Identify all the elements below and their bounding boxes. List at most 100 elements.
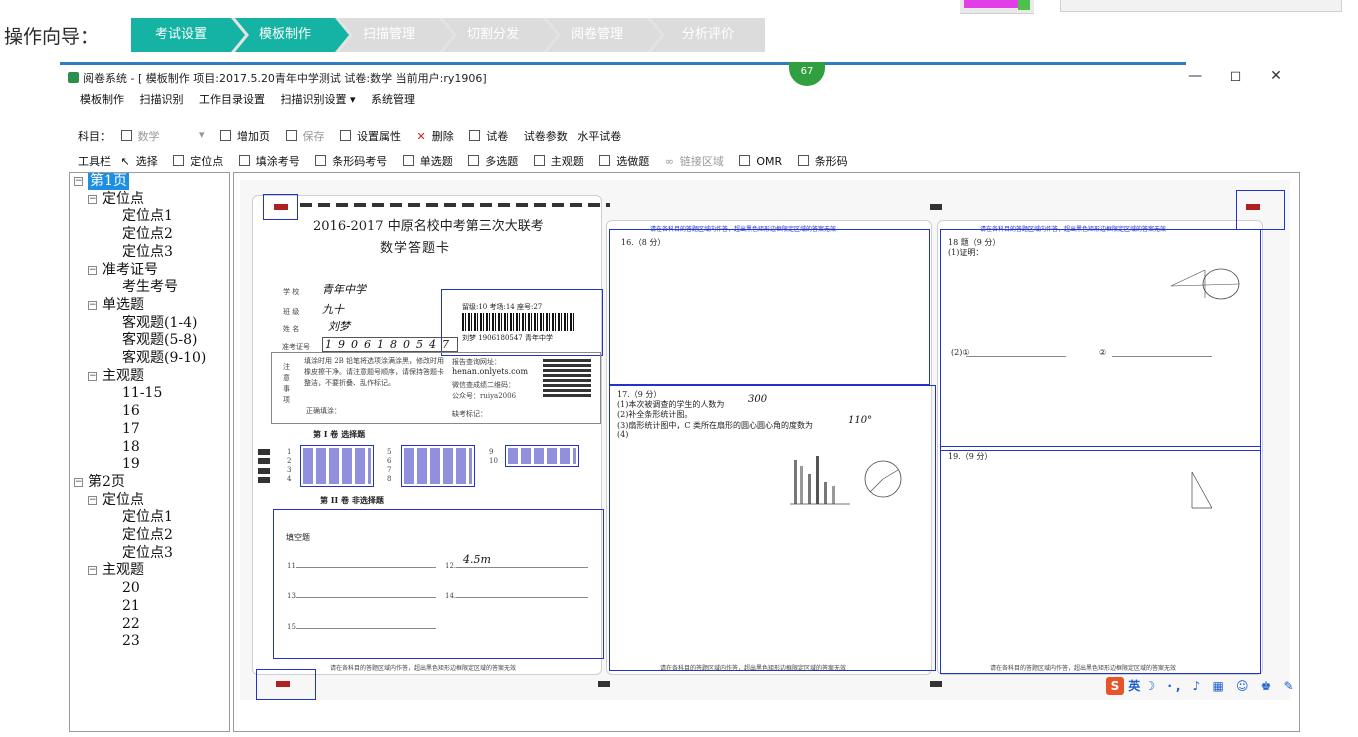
menu-template[interactable]: 模板制作 xyxy=(80,93,124,106)
name-label: 姓 名 xyxy=(283,325,300,333)
tree-node[interactable]: 11-15 xyxy=(122,385,162,402)
tree-expander-icon[interactable]: − xyxy=(88,371,97,381)
multi-choice-tool[interactable]: 多选题 xyxy=(468,155,524,168)
single-choice-tool[interactable]: 单选题 xyxy=(402,155,459,168)
tree-node[interactable]: 定位点2 xyxy=(122,226,173,243)
tree-node[interactable]: 定位点3 xyxy=(122,545,173,562)
anchor-box-2[interactable] xyxy=(1236,190,1285,230)
q17-line3: (3)扇形统计图中，C 类所在扇形的圆心圆心角的度数为 xyxy=(617,421,813,430)
subjective-box-18[interactable] xyxy=(940,229,1261,451)
menu-scan[interactable]: 扫描识别 xyxy=(140,93,184,106)
fill-id-tool[interactable]: 填涂考号 xyxy=(238,155,306,168)
tree-expander-icon[interactable]: − xyxy=(74,177,83,186)
maximize-icon[interactable]: ◻ xyxy=(1218,68,1254,84)
mini-input[interactable] xyxy=(1060,0,1342,12)
barcode-id-tool[interactable]: 条形码考号 xyxy=(315,155,393,168)
step-cut[interactable]: 切割分发 xyxy=(443,18,557,52)
barcode-id-icon xyxy=(315,155,327,166)
tree-expander-icon[interactable]: − xyxy=(88,265,97,275)
step-template[interactable]: 模板制作 xyxy=(235,18,349,52)
paper-button[interactable]: 试卷 xyxy=(469,130,514,143)
tree-node[interactable]: 第2页 xyxy=(88,474,125,491)
tree-node[interactable]: 客观题(5-8) xyxy=(122,332,197,349)
tree-node[interactable]: 16 xyxy=(122,403,140,420)
tree-node[interactable]: 准考证号 xyxy=(102,262,158,279)
tree-node[interactable]: 主观题 xyxy=(102,368,144,385)
report-line4: 公众号：ruiya2006 xyxy=(452,392,517,400)
tree-node[interactable]: 22 xyxy=(122,616,140,633)
select-tool[interactable]: ↖ 选择 xyxy=(121,155,164,168)
menu-workdir[interactable]: 工作目录设置 xyxy=(199,93,265,106)
q16-title: 16.（8 分） xyxy=(621,238,666,247)
tree-node[interactable]: 定位点1 xyxy=(122,509,173,526)
subjective-box-16[interactable] xyxy=(609,229,930,385)
tree-node[interactable]: 单选题 xyxy=(102,297,144,314)
subjective-tool[interactable]: 主观题 xyxy=(533,155,590,168)
link-icon: ∞ xyxy=(664,155,674,168)
delete-button[interactable]: ✕ 删除 xyxy=(417,130,460,143)
tree-node[interactable]: 定位点 xyxy=(102,492,144,509)
add-page-button[interactable]: 增加页 xyxy=(220,130,276,143)
paper-params-button[interactable]: 试卷参数 xyxy=(524,130,568,143)
anchor-box-1[interactable] xyxy=(263,194,298,220)
horizontal-paper-button[interactable]: 水平试卷 xyxy=(577,130,621,143)
toolbar-label: 工具栏 xyxy=(78,155,111,168)
anchor-tool[interactable]: 定位点 xyxy=(173,155,229,168)
ime-tool-icons[interactable]: ☽ ·, ♪ ▦ ☺ ♚ ✎ xyxy=(1144,679,1297,693)
subject-value: 数学 xyxy=(137,130,160,143)
ticket-value: 1906180547 xyxy=(322,337,458,352)
tree-node[interactable]: 第1页 xyxy=(88,173,129,190)
sogou-logo-icon: S xyxy=(1106,677,1124,695)
tree-node[interactable]: 主观题 xyxy=(102,562,144,579)
tree-node[interactable]: 定位点3 xyxy=(122,244,173,261)
template-tree[interactable]: − 第1页 − 定位点 定位点1 定位点2 定位点3− 准考证号 考生考号 − 单选题 客观题(1-4… xyxy=(69,172,230,732)
tree-node[interactable]: 20 xyxy=(122,580,140,597)
close-icon[interactable]: ✕ xyxy=(1258,68,1294,84)
tree-expander-icon[interactable]: − xyxy=(74,477,83,487)
subjective-icon xyxy=(533,155,545,166)
tree-expander-icon[interactable]: − xyxy=(88,566,97,576)
subjective-box-11-15[interactable] xyxy=(273,509,604,659)
set-property-button[interactable]: 设置属性 xyxy=(340,130,407,143)
tree-expander-icon[interactable]: − xyxy=(88,194,97,204)
tree-node[interactable]: 定位点1 xyxy=(122,208,173,225)
header-divider xyxy=(60,62,1186,65)
menu-system[interactable]: 系统管理 xyxy=(371,93,415,106)
tree-node[interactable]: 客观题(9-10) xyxy=(122,350,206,367)
subject-select[interactable]: 数学 ▾ xyxy=(120,128,211,144)
tree-node[interactable]: 23 xyxy=(122,633,140,650)
anchor-box-3[interactable] xyxy=(256,669,316,700)
ime-toolbar[interactable]: S 英 ☽ ·, ♪ ▦ ☺ ♚ ✎ xyxy=(1106,677,1298,697)
omr-tool[interactable]: OMR xyxy=(739,155,788,168)
step-analysis[interactable]: 分析评价 xyxy=(651,18,765,52)
name-value: 刘梦 xyxy=(328,320,350,333)
tree-node[interactable]: 客观题(1-4) xyxy=(122,315,197,332)
tree-node[interactable]: 定位点 xyxy=(102,191,144,208)
step-exam-settings[interactable]: 考试设置 xyxy=(131,18,245,52)
menu-scan-settings[interactable]: 扫描识别设置 ▾ xyxy=(281,93,356,106)
tree-expander-icon[interactable]: − xyxy=(88,495,97,505)
link-area-tool[interactable]: ∞ 链接区域 xyxy=(665,155,730,168)
tree-node[interactable]: 18 xyxy=(122,439,140,456)
notification-badge[interactable]: 67 xyxy=(789,62,825,86)
subjective-label: 主观题 xyxy=(550,155,584,168)
save-button[interactable]: 保存 xyxy=(285,130,331,143)
tree-node[interactable]: 19 xyxy=(122,456,140,473)
optional-tool[interactable]: 选做题 xyxy=(599,155,655,168)
ime-lang[interactable]: 英 xyxy=(1128,679,1140,693)
q18-sub1: (1)证明： xyxy=(948,248,984,257)
tree-node[interactable]: 17 xyxy=(122,421,140,438)
barcode-tool[interactable]: 条形码 xyxy=(797,155,854,168)
tree-node[interactable]: 考生考号 xyxy=(122,279,178,296)
step-marking[interactable]: 阅卷管理 xyxy=(547,18,661,52)
tree-node[interactable]: 定位点2 xyxy=(122,527,173,544)
step-label: 分析评价 xyxy=(681,27,734,42)
minimize-icon[interactable]: — xyxy=(1177,68,1213,84)
step-scan[interactable]: 扫描管理 xyxy=(339,18,453,52)
tree-node[interactable]: 21 xyxy=(122,598,140,615)
tree-expander-icon[interactable]: − xyxy=(88,300,97,310)
fill-blank-title: 填空题 xyxy=(286,533,310,542)
pencil-icon xyxy=(340,130,351,141)
ticket-label: 准考证号 xyxy=(282,343,310,351)
select-label: 选择 xyxy=(135,155,158,168)
